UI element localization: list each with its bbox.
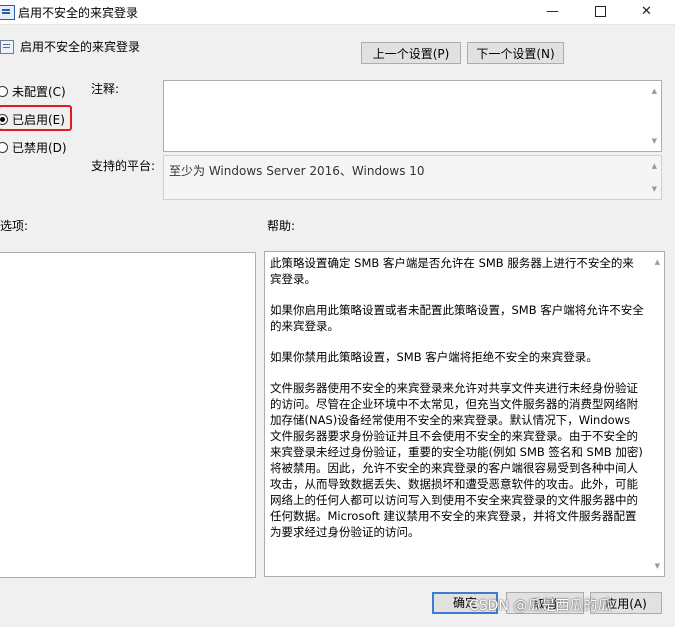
window-title: 启用不安全的来宾登录: [18, 6, 139, 20]
help-paragraph: 如果你启用此策略设置或者未配置此策略设置，SMB 客户端将允许不安全的来宾登录。: [270, 303, 644, 333]
scroll-up-icon[interactable]: ▲: [652, 87, 657, 95]
radio-label: 已禁用(D): [12, 140, 67, 155]
policy-setting-icon: [0, 40, 14, 54]
scroll-down-icon[interactable]: ▼: [652, 137, 657, 145]
platform-field: 至少为 Windows Server 2016、Windows 10 ▲ ▼: [163, 155, 662, 200]
highlight-annotation: [0, 105, 72, 131]
radio-disabled[interactable]: 已禁用(D): [0, 138, 67, 156]
scroll-up-icon[interactable]: ▲: [652, 162, 657, 170]
minimize-button[interactable]: —: [530, 0, 575, 24]
options-panel: [0, 252, 256, 578]
scroll-up-icon[interactable]: ▲: [655, 258, 660, 266]
comment-label: 注释:: [91, 82, 120, 96]
radio-button[interactable]: [0, 86, 8, 97]
previous-setting-button[interactable]: 上一个设置(P): [361, 42, 461, 64]
radio-not-configured[interactable]: 未配置(C): [0, 82, 66, 100]
help-text: 此策略设置确定 SMB 客户端是否允许在 SMB 服务器上进行不安全的来宾登录。…: [270, 255, 645, 555]
watermark: CSDN @瓜是西瓜的瓜: [469, 598, 612, 614]
help-paragraph: 如果你禁用此策略设置，SMB 客户端将拒绝不安全的来宾登录。: [270, 350, 598, 364]
help-paragraph: 文件服务器使用不安全的来宾登录来允许对共享文件夹进行未经身份验证的访问。尽管在企…: [270, 381, 643, 539]
scroll-down-icon[interactable]: ▼: [655, 562, 660, 570]
help-label: 帮助:: [267, 219, 296, 233]
help-paragraph: 此策略设置确定 SMB 客户端是否允许在 SMB 服务器上进行不安全的来宾登录。: [270, 256, 634, 286]
comment-textarea[interactable]: ▲ ▼: [163, 80, 662, 152]
close-button[interactable]: ✕: [624, 0, 669, 24]
maximize-button[interactable]: [578, 0, 623, 24]
title-bar: 启用不安全的来宾登录 — ✕: [0, 0, 675, 25]
help-panel[interactable]: 此策略设置确定 SMB 客户端是否允许在 SMB 服务器上进行不安全的来宾登录。…: [264, 251, 665, 577]
policy-name: 启用不安全的来宾登录: [20, 40, 141, 54]
scroll-down-icon[interactable]: ▼: [652, 185, 657, 193]
radio-label: 未配置(C): [12, 84, 66, 99]
options-label: 选项:: [0, 219, 29, 233]
platform-label: 支持的平台:: [91, 159, 156, 173]
maximize-icon: [595, 6, 606, 17]
policy-app-icon: [0, 5, 15, 20]
next-setting-button[interactable]: 下一个设置(N): [467, 42, 564, 64]
radio-button[interactable]: [0, 142, 8, 153]
platform-value: 至少为 Windows Server 2016、Windows 10: [169, 164, 425, 178]
